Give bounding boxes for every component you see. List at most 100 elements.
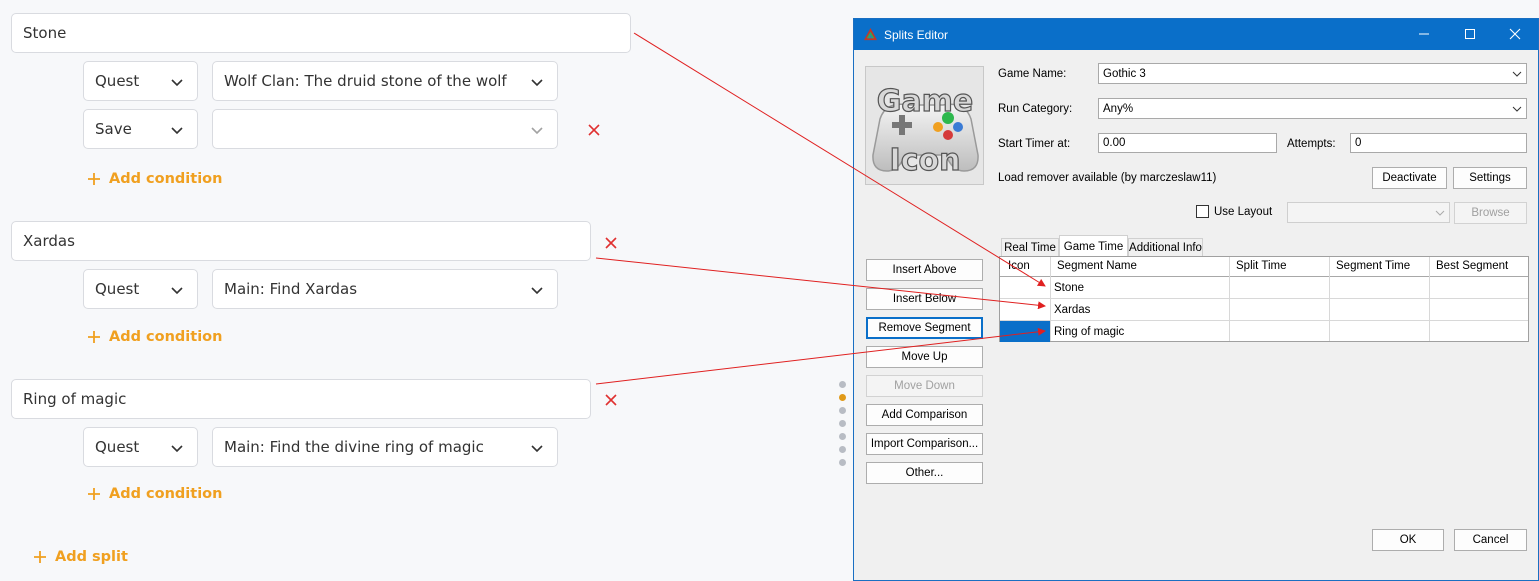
game-icon-text-top: Game xyxy=(877,84,973,119)
move-up-button[interactable]: Move Up xyxy=(866,346,983,368)
column-header-best-segment[interactable]: Best Segment xyxy=(1436,260,1508,272)
page-indicator[interactable] xyxy=(839,381,847,472)
add-comparison-button[interactable]: Add Comparison xyxy=(866,404,983,426)
add-split-label: Add split xyxy=(55,549,128,565)
chevron-down-icon xyxy=(171,287,183,295)
window-title: Splits Editor xyxy=(884,28,949,42)
run-category-value: Any% xyxy=(1103,102,1134,115)
cancel-button[interactable]: Cancel xyxy=(1454,529,1527,551)
chevron-down-icon xyxy=(171,79,183,87)
ok-button[interactable]: OK xyxy=(1372,529,1444,551)
import-comparison-button[interactable]: Import Comparison... xyxy=(866,433,983,455)
column-divider xyxy=(1429,257,1430,341)
table-row[interactable]: Xardas xyxy=(1000,299,1528,321)
segments-grid[interactable]: Icon Segment Name Split Time Segment Tim… xyxy=(999,256,1529,342)
add-condition-button[interactable]: Add condition xyxy=(87,329,222,345)
attempts-label: Attempts: xyxy=(1287,138,1336,150)
condition-type-select[interactable]: Quest xyxy=(83,61,198,101)
add-condition-button[interactable]: Add condition xyxy=(87,171,222,187)
remove-segment-button[interactable]: Remove Segment xyxy=(866,317,983,339)
remove-split-icon[interactable] xyxy=(604,236,618,250)
close-icon[interactable] xyxy=(1508,27,1522,41)
condition-type-value: Quest xyxy=(95,72,140,90)
remove-condition-icon[interactable] xyxy=(587,123,601,137)
tab-game-time[interactable]: Game Time xyxy=(1059,235,1128,257)
use-layout-checkbox[interactable] xyxy=(1196,205,1209,218)
split-name-input[interactable]: Stone xyxy=(11,13,631,53)
table-row[interactable]: Ring of magic xyxy=(1000,321,1528,343)
add-split-button[interactable]: Add split xyxy=(33,549,128,565)
start-timer-label: Start Timer at: xyxy=(998,138,1071,150)
maximize-icon[interactable] xyxy=(1463,27,1477,41)
remove-split-icon[interactable] xyxy=(604,393,618,407)
move-down-button: Move Down xyxy=(866,375,983,397)
add-condition-label: Add condition xyxy=(109,486,223,502)
segment-name-cell[interactable]: Stone xyxy=(1054,282,1084,294)
page-dot[interactable] xyxy=(839,459,846,466)
condition-value-select[interactable]: Main: Find Xardas xyxy=(212,269,558,309)
add-condition-label: Add condition xyxy=(109,171,223,187)
start-timer-input[interactable]: 0.00 xyxy=(1098,133,1277,153)
condition-value: Main: Find the divine ring of magic xyxy=(224,438,484,456)
split-name-input[interactable]: Xardas xyxy=(11,221,591,261)
use-layout-label: Use Layout xyxy=(1214,206,1273,218)
settings-button[interactable]: Settings xyxy=(1453,167,1527,189)
insert-above-button[interactable]: Insert Above xyxy=(866,259,983,281)
run-category-combobox[interactable]: Any% xyxy=(1098,98,1527,119)
segment-name-cell[interactable]: Ring of magic xyxy=(1054,326,1124,338)
other-button[interactable]: Other... xyxy=(866,462,983,484)
livesplit-app-icon xyxy=(863,27,878,41)
chevron-down-icon xyxy=(171,127,183,135)
splits-editor-window: Splits Editor Game Icon Game Name: Gothi… xyxy=(853,18,1539,581)
game-icon-image[interactable]: Game Icon xyxy=(865,66,984,185)
split-name-value: Xardas xyxy=(23,232,75,250)
plus-icon xyxy=(34,551,46,563)
chevron-down-icon xyxy=(1512,106,1522,112)
page-dot-active[interactable] xyxy=(839,394,846,401)
insert-below-button[interactable]: Insert Below xyxy=(866,288,983,310)
table-row[interactable]: Stone xyxy=(1000,277,1528,299)
load-remover-text: Load remover available (by marczeslaw11) xyxy=(998,172,1217,184)
column-header-segment-time[interactable]: Segment Time xyxy=(1336,260,1410,272)
add-condition-button[interactable]: Add condition xyxy=(87,486,222,502)
page-dot[interactable] xyxy=(839,381,846,388)
game-icon-text-bottom: Icon xyxy=(890,143,961,178)
condition-value: Wolf Clan: The druid stone of the wolf xyxy=(224,72,507,90)
page-dot[interactable] xyxy=(839,420,846,427)
condition-type-select[interactable]: Quest xyxy=(83,269,198,309)
condition-value-select[interactable]: Main: Find the divine ring of magic xyxy=(212,427,558,467)
condition-type-select[interactable]: Save xyxy=(83,109,198,149)
column-header-segment-name[interactable]: Segment Name xyxy=(1057,260,1137,272)
page-dot[interactable] xyxy=(839,446,846,453)
chevron-down-icon xyxy=(531,445,543,453)
tab-real-time[interactable]: Real Time xyxy=(1001,238,1059,257)
browse-button: Browse xyxy=(1454,202,1527,224)
column-header-icon[interactable]: Icon xyxy=(1008,260,1030,272)
segment-name-cell[interactable]: Xardas xyxy=(1054,304,1090,316)
title-bar[interactable]: Splits Editor xyxy=(854,19,1538,50)
minimize-icon[interactable] xyxy=(1417,27,1431,41)
chevron-down-icon xyxy=(531,79,543,87)
tab-additional-info[interactable]: Additional Info xyxy=(1128,238,1203,257)
condition-value-select[interactable] xyxy=(212,109,558,149)
page-dot[interactable] xyxy=(839,433,846,440)
split-name-input[interactable]: Ring of magic xyxy=(11,379,591,419)
gamepad-icon: Game Icon xyxy=(866,67,983,184)
grid-header: Icon Segment Name Split Time Segment Tim… xyxy=(1000,257,1528,277)
column-divider xyxy=(1329,257,1330,341)
game-name-combobox[interactable]: Gothic 3 xyxy=(1098,63,1527,84)
layout-combobox xyxy=(1287,202,1450,223)
column-header-split-time[interactable]: Split Time xyxy=(1236,260,1287,272)
start-timer-value: 0.00 xyxy=(1103,137,1126,149)
selected-icon-cell[interactable] xyxy=(1000,321,1050,342)
run-category-label: Run Category: xyxy=(998,103,1073,115)
split-name-value: Stone xyxy=(23,24,67,42)
page-dot[interactable] xyxy=(839,407,846,414)
condition-type-select[interactable]: Quest xyxy=(83,427,198,467)
deactivate-button[interactable]: Deactivate xyxy=(1372,167,1447,189)
condition-value-select[interactable]: Wolf Clan: The druid stone of the wolf xyxy=(212,61,558,101)
game-name-label: Game Name: xyxy=(998,68,1067,80)
attempts-input[interactable]: 0 xyxy=(1350,133,1527,153)
chevron-down-icon xyxy=(531,127,543,135)
condition-value: Main: Find Xardas xyxy=(224,280,358,298)
